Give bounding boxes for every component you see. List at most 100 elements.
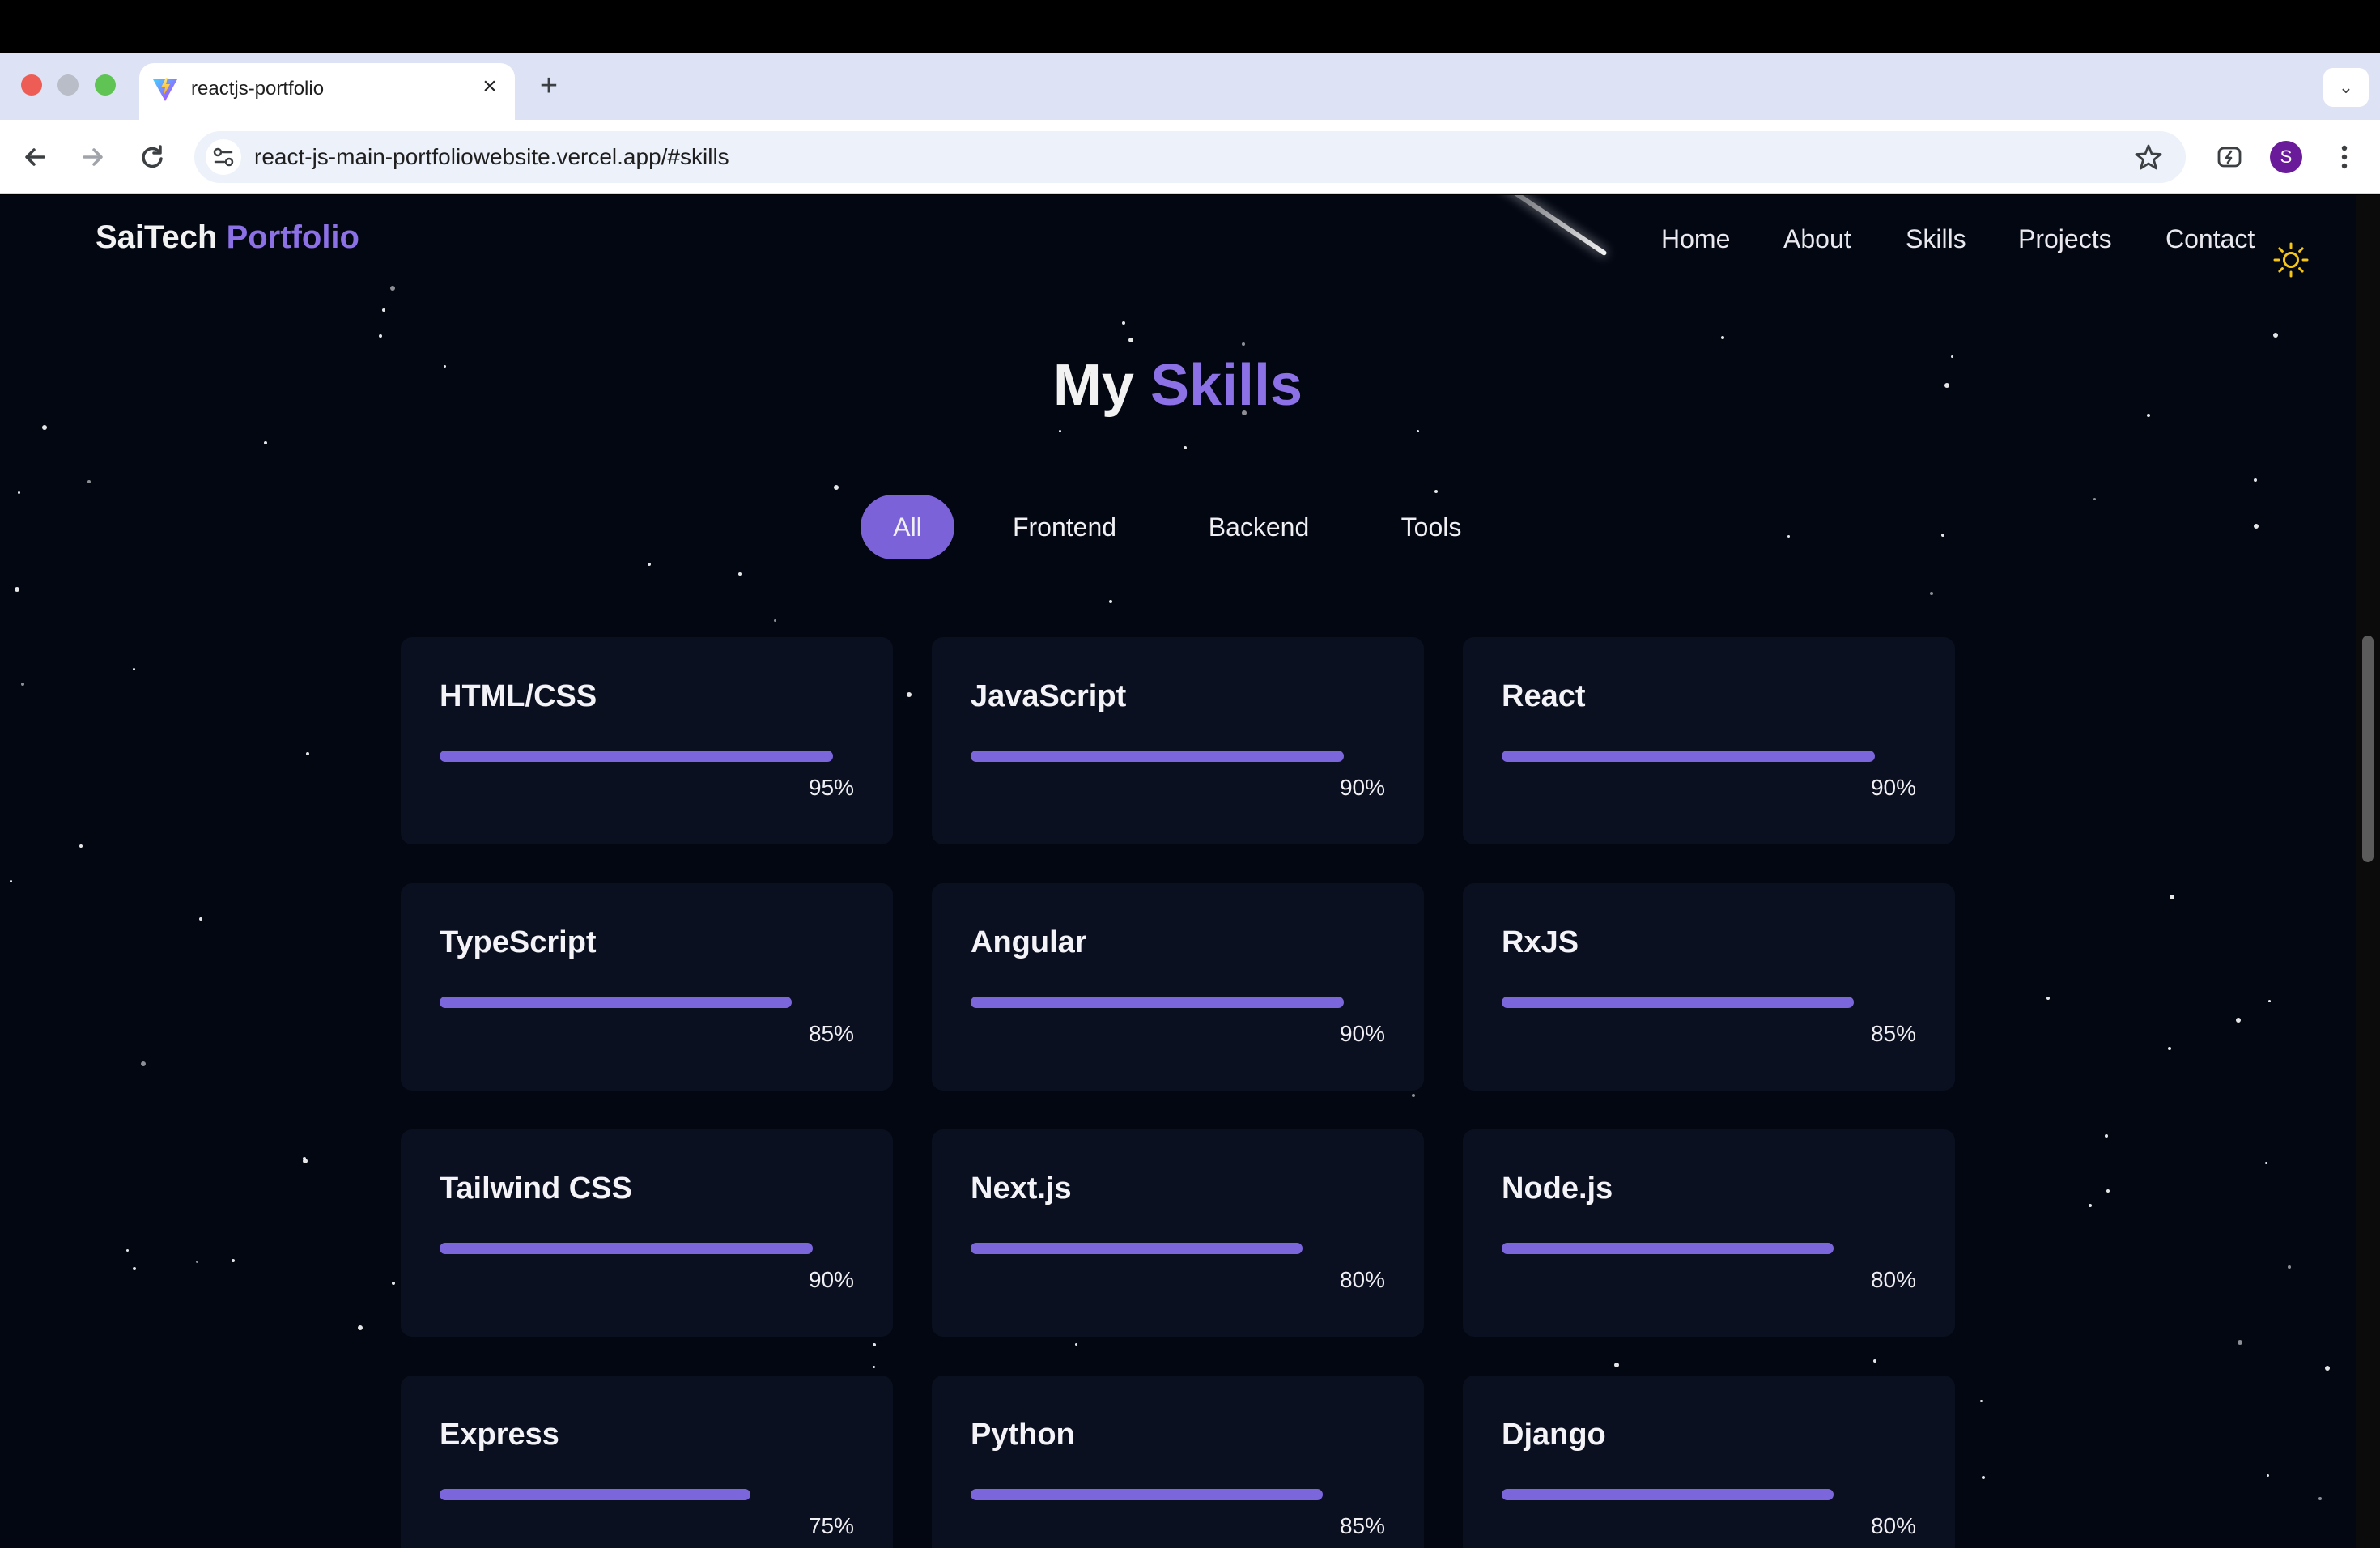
- skill-progress-bar: [971, 751, 1344, 762]
- star-dot: [2254, 478, 2257, 482]
- star-dot: [2093, 498, 2096, 500]
- star-dot: [648, 563, 651, 566]
- skill-progress-bar: [1502, 1489, 1834, 1500]
- skill-percent: 80%: [1339, 1267, 1385, 1292]
- skill-name: Python: [971, 1418, 1075, 1452]
- skill-card: HTML/CSS 95%: [401, 637, 893, 844]
- tab-close-icon[interactable]: ×: [476, 73, 504, 100]
- star-dot: [2089, 1204, 2092, 1207]
- skill-percent: 90%: [1870, 775, 1916, 800]
- skill-progress-bar: [1502, 997, 1854, 1008]
- kebab-menu-icon[interactable]: [2328, 139, 2361, 175]
- section-title-accent: Skills: [1150, 353, 1303, 418]
- star-dot: [199, 917, 202, 921]
- star-dot: [873, 1366, 875, 1368]
- skill-card: RxJS 85%: [1463, 883, 1955, 1091]
- skill-percent: 90%: [1339, 1021, 1385, 1046]
- tune-icon[interactable]: [206, 139, 241, 175]
- shooting-star: [1437, 195, 1608, 257]
- url-text[interactable]: react-js-main-portfoliowebsite.vercel.ap…: [254, 142, 729, 172]
- window-zoom-button[interactable]: [95, 74, 116, 96]
- star-dot: [1412, 1094, 1415, 1097]
- star-dot: [2170, 895, 2174, 899]
- skill-progress-track: [1502, 1243, 1916, 1254]
- skill-progress-track: [971, 1489, 1385, 1500]
- skill-progress-track: [440, 997, 854, 1008]
- skill-name: Django: [1502, 1418, 1606, 1452]
- nav-about[interactable]: About: [1783, 223, 1851, 255]
- reload-icon[interactable]: [134, 139, 170, 175]
- star-dot: [392, 1282, 395, 1285]
- skill-progress-track: [971, 997, 1385, 1008]
- skill-name: RxJS: [1502, 925, 1579, 959]
- star-dot: [1980, 1400, 1983, 1402]
- star-dot: [382, 308, 385, 312]
- new-tab-icon[interactable]: +: [533, 70, 565, 102]
- skill-progress-track: [440, 751, 854, 762]
- nav-contact[interactable]: Contact: [2165, 223, 2255, 255]
- star-dot: [2288, 1265, 2291, 1269]
- filter-tools[interactable]: Tools: [1381, 495, 1481, 559]
- star-dot: [1122, 321, 1125, 325]
- arrow-right-icon[interactable]: [74, 139, 110, 175]
- star-dot: [834, 485, 839, 490]
- page-scrollbar[interactable]: [2356, 195, 2380, 1548]
- nav-projects[interactable]: Projects: [2018, 223, 2112, 255]
- menu-bar-strip: [0, 0, 2380, 53]
- sun-icon[interactable]: [2272, 240, 2310, 279]
- star-dot: [133, 1267, 136, 1270]
- skill-card: Express 75%: [401, 1376, 893, 1548]
- skill-percent: 75%: [808, 1513, 854, 1538]
- skill-progress-bar: [440, 1489, 750, 1500]
- star-dot: [306, 752, 309, 755]
- skill-card: Node.js 80%: [1463, 1129, 1955, 1337]
- star-dot: [10, 880, 12, 882]
- arrow-left-icon[interactable]: [18, 139, 53, 175]
- window-minimize-button[interactable]: [57, 74, 79, 96]
- star-dot: [1873, 1359, 1876, 1363]
- nav-home[interactable]: Home: [1661, 223, 1730, 255]
- star-dot: [2325, 1366, 2330, 1371]
- tab-search-chevron-icon[interactable]: ⌄: [2323, 68, 2369, 107]
- skill-name: Tailwind CSS: [440, 1172, 632, 1206]
- filter-backend[interactable]: Backend: [1182, 495, 1336, 559]
- star-icon[interactable]: [2131, 139, 2166, 175]
- skill-name: JavaScript: [971, 679, 1127, 713]
- skill-progress-bar: [971, 1489, 1323, 1500]
- star-dot: [1109, 600, 1112, 603]
- portfolio-page: SaiTech Portfolio Home About Skills Proj…: [0, 195, 2356, 1548]
- star-dot: [303, 1159, 308, 1163]
- skill-percent: 80%: [1870, 1267, 1916, 1292]
- filter-all[interactable]: All: [861, 495, 954, 559]
- profile-avatar[interactable]: S: [2270, 141, 2302, 173]
- skill-progress-bar: [1502, 751, 1875, 762]
- scrollbar-thumb[interactable]: [2362, 636, 2374, 862]
- skill-name: HTML/CSS: [440, 679, 597, 713]
- skill-card: Python 85%: [932, 1376, 1424, 1548]
- star-dot: [1184, 446, 1187, 449]
- window-close-button[interactable]: [21, 74, 42, 96]
- star-dot: [738, 572, 742, 576]
- nav-skills[interactable]: Skills: [1906, 223, 1966, 255]
- star-dot: [1930, 592, 1933, 595]
- brand-logo[interactable]: SaiTech Portfolio: [96, 218, 359, 257]
- skill-percent: 85%: [1870, 1021, 1916, 1046]
- skill-name: Angular: [971, 925, 1087, 959]
- star-dot: [141, 1061, 146, 1066]
- star-dot: [87, 480, 91, 483]
- filter-frontend[interactable]: Frontend: [989, 495, 1140, 559]
- star-dot: [2265, 1162, 2267, 1164]
- star-dot: [79, 844, 83, 848]
- skill-name: React: [1502, 679, 1586, 713]
- skill-progress-track: [971, 751, 1385, 762]
- tab-title: reactjs-portfolio: [191, 78, 325, 100]
- brand-accent: Portfolio: [226, 219, 359, 255]
- skill-card: React 90%: [1463, 637, 1955, 844]
- extension-icon[interactable]: [2212, 139, 2247, 175]
- star-dot: [358, 1325, 363, 1330]
- star-dot: [15, 587, 19, 592]
- skill-name: Next.js: [971, 1172, 1072, 1206]
- skill-percent: 90%: [1339, 775, 1385, 800]
- star-dot: [1941, 534, 1944, 537]
- skill-progress-track: [971, 1243, 1385, 1254]
